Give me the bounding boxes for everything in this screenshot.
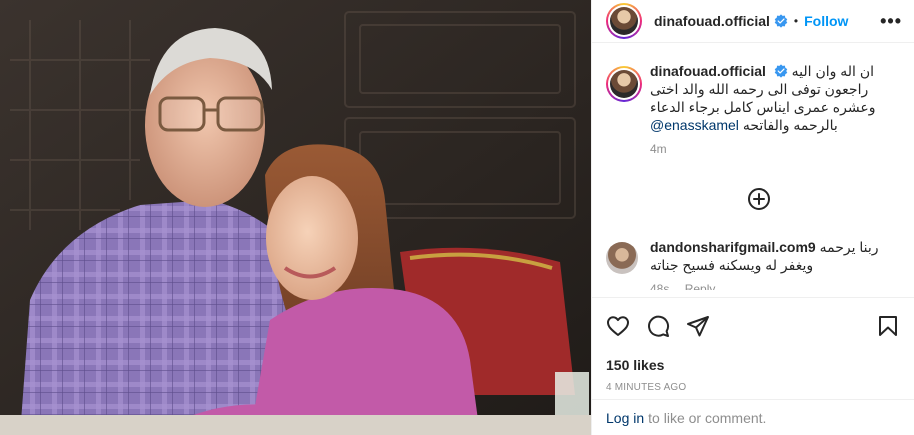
- reply-button[interactable]: Reply: [685, 282, 716, 290]
- post-age: 4 MINUTES AGO: [606, 382, 687, 393]
- verified-badge-icon: [774, 14, 788, 28]
- comment-text: ويغفر له ويسكنه فسيح جناته: [650, 257, 814, 273]
- login-link[interactable]: Log in: [606, 410, 644, 426]
- post-sidebar: dinafouad.official • Follow ••• dinafoua…: [591, 0, 914, 435]
- commenter-avatar[interactable]: [606, 242, 638, 274]
- caption-text-line: ان اله وان اليه: [791, 63, 874, 79]
- caption-username[interactable]: dinafouad.official: [650, 63, 766, 79]
- commenter-username[interactable]: dandonsharifgmail.com9: [650, 239, 816, 255]
- likes-count[interactable]: 150 likes: [592, 354, 914, 376]
- post-header: dinafouad.official • Follow •••: [592, 0, 914, 43]
- login-prompt: Log in to like or comment.: [592, 399, 914, 435]
- comment-item: dandonsharifgmail.com9 ربنا يرحمه ويغفر …: [606, 238, 902, 290]
- post-caption: dinafouad.official ان اله وان اليه راجعو…: [606, 62, 902, 158]
- bookmark-icon[interactable]: [876, 314, 900, 338]
- post-photo: [0, 0, 591, 435]
- comment-meta: 48s Reply: [650, 280, 902, 290]
- author-avatar[interactable]: [606, 3, 642, 39]
- more-options-icon[interactable]: •••: [880, 12, 902, 30]
- caption-text-line: بالرحمه والفاتحه: [742, 117, 838, 133]
- heart-icon[interactable]: [606, 314, 630, 338]
- follow-button[interactable]: Follow: [804, 13, 848, 29]
- verified-badge-icon: [774, 64, 788, 78]
- caption-text-line: وعشره عمرى ايناس كامل برجاء الدعاء: [650, 99, 876, 115]
- caption-timestamp[interactable]: 4m: [650, 140, 902, 158]
- comment-bubble-icon[interactable]: [646, 314, 670, 338]
- author-username[interactable]: dinafouad.official: [654, 13, 770, 29]
- caption-text-line: راجعون توفى الى رحمه الله والد اختى: [650, 81, 869, 97]
- login-prompt-text: to like or comment.: [648, 409, 767, 426]
- caption-author-avatar[interactable]: [606, 66, 642, 102]
- paper-plane-icon[interactable]: [686, 314, 710, 338]
- plus-circle-icon[interactable]: [747, 187, 771, 211]
- separator-dot: •: [793, 14, 799, 28]
- comment-timestamp[interactable]: 48s: [650, 282, 669, 290]
- action-icons-row: [592, 298, 914, 354]
- mention-link[interactable]: @enasskamel: [650, 117, 739, 133]
- comment-text: ربنا يرحمه: [819, 239, 879, 255]
